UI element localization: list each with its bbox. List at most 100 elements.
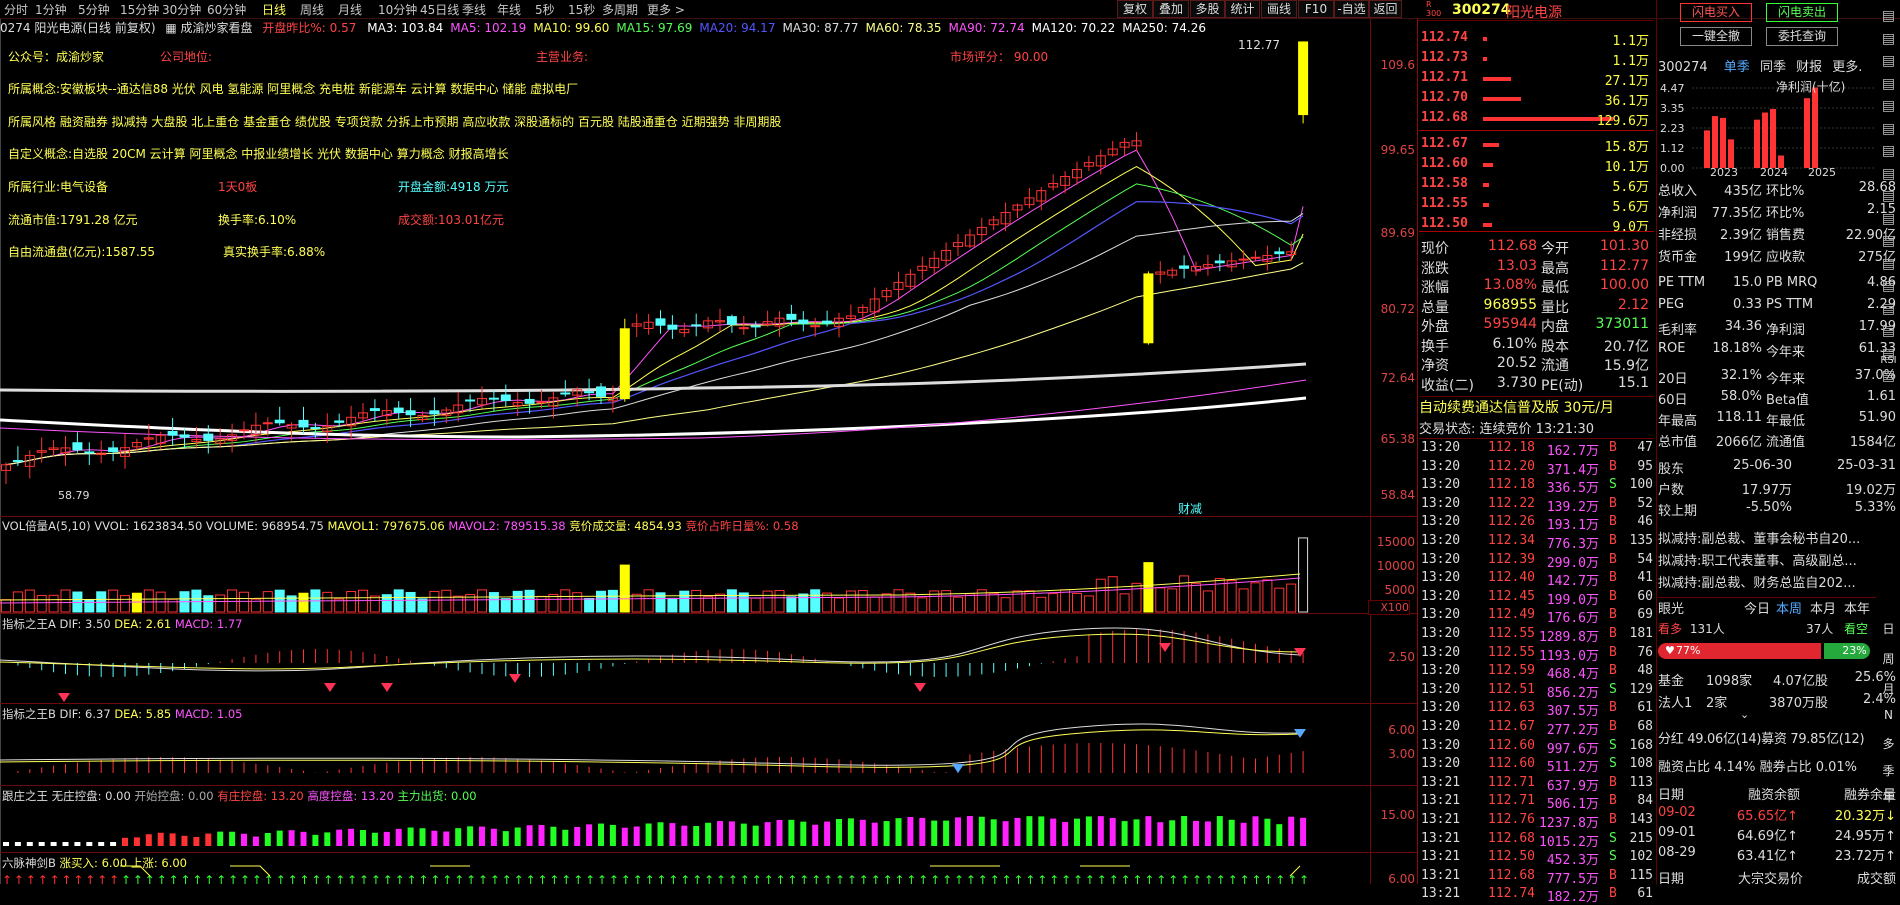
bid-row[interactable]: 112.55 5.6万 (1421, 196, 1653, 215)
ask-row[interactable]: 112.68 129.6万 (1421, 110, 1653, 129)
bid-row[interactable]: 112.60 10.1万 (1421, 156, 1653, 175)
eye-month[interactable]: 本月 (1810, 598, 1836, 617)
period-tab[interactable]: 月线 (338, 1, 362, 18)
top-right-button[interactable]: 复权 (1117, 0, 1153, 18)
period-tab[interactable]: 1分钟 (35, 1, 67, 18)
top-right-button[interactable]: 叠加 (1153, 0, 1189, 18)
bid-row[interactable]: 112.67 15.8万 (1421, 136, 1653, 155)
event-tag[interactable]: 财减 (1178, 500, 1202, 517)
ask-row[interactable]: 112.70 36.1万 (1421, 90, 1653, 109)
tick-row[interactable]: 13:21 112.68 1015.2万 S 215 (1421, 831, 1653, 850)
tool-icon[interactable]: ▤ (1877, 233, 1900, 249)
macd-a-name[interactable]: 指标之王A (2, 617, 56, 631)
period-tab[interactable]: 60分钟 (207, 1, 246, 18)
period-tab[interactable]: 15秒 (568, 1, 595, 18)
top-right-button[interactable]: 画线 (1261, 0, 1297, 18)
tool-icon[interactable]: ▤ (1877, 76, 1900, 92)
ask-row[interactable]: 112.71 27.1万 (1421, 70, 1653, 89)
eye-week[interactable]: 本周 (1776, 598, 1802, 617)
tool-icon[interactable]: ▤ (1877, 166, 1900, 182)
period-tab[interactable]: 年线 (497, 1, 521, 18)
period-shortcut[interactable]: RSI (1877, 355, 1900, 366)
tick-row[interactable]: 13:20 112.49 176.6万 B 69 (1421, 607, 1653, 626)
tool-icon[interactable]: ▤ (1877, 98, 1900, 114)
margin-row[interactable]: 09-02 65.65亿↑ 20.32万↓ (1658, 805, 1900, 827)
tick-row[interactable]: 13:20 112.22 139.2万 B 52 (1421, 496, 1653, 515)
tick-row[interactable]: 13:20 112.60 997.6万 S 168 (1421, 738, 1653, 757)
tick-row[interactable]: 13:20 112.18 336.5万 S 100 (1421, 477, 1653, 496)
liumai-name[interactable]: 六脉神剑B (2, 856, 56, 870)
tick-row[interactable]: 13:21 112.71 637.9万 B 113 (1421, 775, 1653, 794)
tick-row[interactable]: 13:20 112.55 1193.0万 B 76 (1421, 645, 1653, 664)
top-right-button[interactable]: 返回 (1369, 0, 1402, 18)
tick-row[interactable]: 13:20 112.60 511.2万 S 108 (1421, 756, 1653, 775)
tool-icon[interactable]: ▤ (1877, 143, 1900, 159)
tick-row[interactable]: 13:20 112.18 162.7万 B 47 (1421, 440, 1653, 459)
tick-row[interactable]: 13:21 112.74 182.2万 B 61 (1421, 886, 1653, 905)
tool-icon[interactable]: ▤ (1877, 211, 1900, 227)
tab-single-quarter[interactable]: 单季 (1724, 60, 1750, 75)
period-tab[interactable]: 分时 (4, 1, 28, 18)
tick-row[interactable]: 13:20 112.63 307.5万 B 61 (1421, 700, 1653, 719)
tool-icon[interactable]: ▤ (1877, 368, 1900, 384)
bid-row[interactable]: 112.58 5.6万 (1421, 176, 1653, 195)
tab-same-quarter[interactable]: 同季 (1760, 60, 1786, 75)
margin-row[interactable]: 08-29 63.41亿↑ 23.72万↑ (1658, 845, 1900, 867)
kline-chart[interactable]: ↑ ↑ ↑ ↑ ↑ ↑ ↑ ↑ ↑ ↑ ↑ ↑ ↑ ↑ ↑ ↑ ↑ ↑ ↑ ↑ ↑ ↑ ↑ ↑ ↑ ↑ ↑ ↑ ↑ ↑ ↑ ↑ ↑ ↑ ↑ ↑ ↑ ↑ ↑ ↑… (0, 0, 1418, 884)
period-tab[interactable]: 5秒 (535, 1, 555, 18)
top-right-button[interactable]: F10 (1298, 0, 1334, 18)
tab-more[interactable]: 更多. (1832, 60, 1862, 75)
period-tab[interactable]: 季线 (462, 1, 486, 18)
period-tab[interactable]: 30分钟 (162, 1, 201, 18)
tick-row[interactable]: 13:20 112.40 142.7万 B 41 (1421, 570, 1653, 589)
period-tab[interactable]: 45日线 (420, 1, 459, 18)
bull-label[interactable]: 看多 (1658, 622, 1682, 636)
ask-row[interactable]: 112.73 1.1万 (1421, 50, 1653, 69)
period-shortcut[interactable]: 周 (1877, 650, 1900, 667)
period-shortcut[interactable]: 年 (1877, 788, 1900, 805)
notice-item[interactable]: 拟减持:副总裁、财务总监自202... (1658, 572, 1900, 594)
tool-icon[interactable]: ▤ (1877, 256, 1900, 272)
period-shortcut[interactable]: 月 (1877, 680, 1900, 697)
bear-label[interactable]: 看空 (1844, 620, 1868, 637)
tool-icon[interactable]: ▤ (1877, 31, 1900, 47)
eye-today[interactable]: 今日 (1744, 598, 1770, 617)
promo-banner[interactable]: 自动续费通达信普及版 30元/月 (1419, 396, 1654, 417)
notice-item[interactable]: 拟减持:职工代表董事、高级副总... (1658, 550, 1900, 572)
tool-icon[interactable]: ▤ (1877, 278, 1900, 294)
tick-row[interactable]: 13:20 112.34 776.3万 B 135 (1421, 533, 1653, 552)
tick-row[interactable]: 13:21 112.71 506.1万 B 84 (1421, 793, 1653, 812)
vol-name[interactable]: VOL倍量A(5,10) (2, 519, 91, 533)
tool-icon[interactable]: ▤ (1877, 121, 1900, 137)
period-tab[interactable]: 更多 > (647, 1, 685, 18)
period-tab[interactable]: 5分钟 (78, 1, 110, 18)
margin-row[interactable]: 09-01 64.69亿↑ 24.95万↑ (1658, 825, 1900, 847)
cancel-all-button[interactable]: 一键全撤 (1680, 27, 1752, 46)
period-tab[interactable]: 日线 (262, 1, 286, 18)
top-right-button[interactable]: 统计 (1225, 0, 1260, 18)
tick-row[interactable]: 13:21 112.50 452.3万 S 102 (1421, 849, 1653, 868)
top-right-button[interactable]: -自选 (1334, 0, 1369, 18)
tool-icon[interactable]: ▤ (1877, 53, 1900, 69)
macd-b-name[interactable]: 指标之王B (2, 707, 56, 721)
tick-row[interactable]: 13:20 112.55 1289.8万 B 181 (1421, 626, 1653, 645)
eye-year[interactable]: 本年 (1844, 598, 1870, 617)
tool-icon[interactable]: ▤ (1877, 301, 1900, 317)
period-shortcut[interactable]: N (1877, 708, 1900, 722)
top-right-button[interactable]: 多股 (1190, 0, 1225, 18)
tick-row[interactable]: 13:21 112.76 1237.8万 B 143 (1421, 812, 1653, 831)
tool-icon[interactable]: ▤ (1877, 323, 1900, 339)
tick-row[interactable]: 13:20 112.26 193.1万 B 46 (1421, 514, 1653, 533)
period-tab[interactable]: 10分钟 (378, 1, 417, 18)
period-tab[interactable]: 多周期 (602, 1, 638, 18)
tick-row[interactable]: 13:20 112.20 371.4万 B 95 (1421, 459, 1653, 478)
notice-item[interactable]: 拟减持:副总裁、董事会秘书自20... (1658, 528, 1900, 550)
period-tab[interactable]: 15分钟 (120, 1, 159, 18)
ask-row[interactable]: 112.74 1.1万 (1421, 30, 1653, 49)
tick-row[interactable]: 13:20 112.39 299.0万 B 54 (1421, 552, 1653, 571)
commission-query-button[interactable]: 委托查询 (1766, 27, 1838, 46)
tool-icon[interactable]: ▤ (1877, 188, 1900, 204)
tick-row[interactable]: 13:20 112.45 199.0万 B 60 (1421, 589, 1653, 608)
period-shortcut[interactable]: 多 (1877, 735, 1900, 752)
tool-icon[interactable]: ▤ (1877, 8, 1900, 24)
